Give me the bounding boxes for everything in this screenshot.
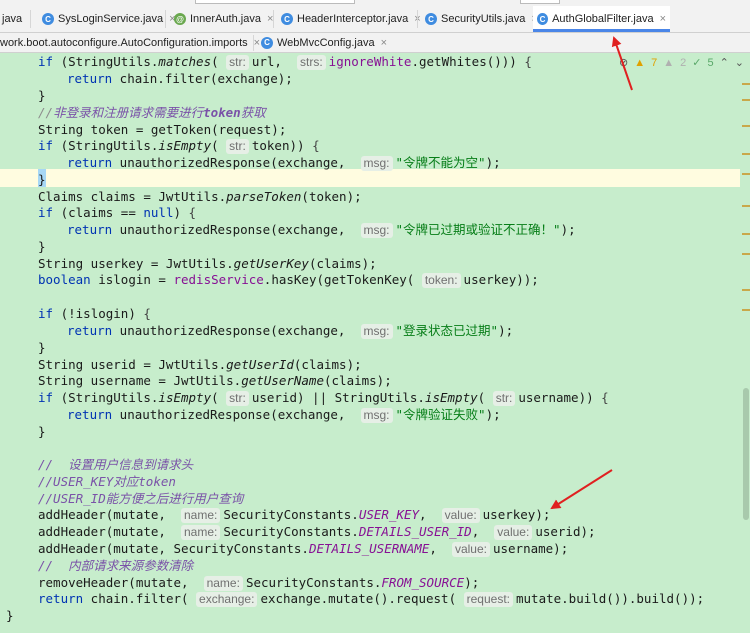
ok-count: 5 [707, 56, 714, 69]
param-hint: msg: [360, 408, 393, 423]
code-line: if (StringUtils.matches( str: url, strs: i… [38, 54, 532, 70]
param-hint: str: [226, 139, 249, 154]
tab-sysloginservice[interactable]: C SysLoginService.java × [38, 6, 180, 32]
code-line-user-key: addHeader(mutate, name: SecurityConstants… [38, 507, 551, 523]
param-hint: name: [181, 508, 221, 523]
code-line: if (claims == null) { [38, 205, 197, 220]
close-icon[interactable]: × [660, 13, 666, 25]
reader-mode-icon[interactable]: ⊘ [619, 56, 628, 69]
close-icon[interactable]: × [381, 37, 387, 49]
code-line: addHeader(mutate, name: SecurityConstants… [38, 524, 596, 540]
code-line: return unauthorizedResponse(exchange, ms… [67, 323, 514, 339]
class-icon: C [281, 13, 293, 25]
scrollbar-thumb[interactable] [743, 388, 749, 520]
code-line: String userid = JwtUtils.getUserId(claim… [38, 357, 362, 372]
tab-authglobalfilter[interactable]: C AuthGlobalFilter.java × [533, 6, 670, 32]
tab-label: WebMvcConfig.java [277, 36, 375, 49]
check-icon: ✓ [692, 57, 702, 69]
code-line: } [38, 424, 46, 439]
param-hint: token: [421, 273, 461, 288]
code-line: String token = getToken(request); [38, 122, 287, 137]
tab-label: HeaderInterceptor.java [297, 13, 409, 25]
right-gutter[interactable] [740, 53, 750, 633]
tab-label: SecurityUtils.java [441, 13, 526, 25]
code-editor[interactable]: if (StringUtils.matches( str: url, strs: i… [0, 53, 750, 633]
code-line: boolean islogin = redisService.hasKey(ge… [38, 272, 539, 288]
code-line: Claims claims = JwtUtils.parseToken(toke… [38, 189, 362, 204]
class-icon: C [537, 13, 549, 25]
code-line: addHeader(mutate, SecurityConstants.DETA… [38, 541, 569, 557]
param-hint: msg: [360, 223, 393, 238]
tab-securityutils[interactable]: C SecurityUtils.java × [421, 6, 542, 32]
class-icon: C [261, 36, 273, 49]
param-hint: msg: [360, 156, 393, 171]
param-hint: value: [441, 508, 480, 523]
code-line: return unauthorizedResponse(exchange, ms… [67, 407, 501, 423]
code-comment: //USER_KEY对应token [38, 474, 176, 489]
class-icon: C [42, 13, 54, 25]
code-line: return unauthorizedResponse(exchange, ms… [67, 222, 576, 238]
code-comment: // 内部请求来源参数清除 [38, 558, 194, 573]
code-line: if (!islogin) { [38, 306, 151, 321]
code-line: } [38, 172, 46, 187]
code-comment: // 设置用户信息到请求头 [38, 457, 194, 472]
tab-label: java [2, 13, 23, 25]
tab-headerinterceptor[interactable]: C HeaderInterceptor.java × [277, 6, 425, 32]
tab-label: work.boot.autoconfigure.AutoConfiguratio… [0, 36, 248, 49]
tab-label: SysLoginService.java [58, 13, 164, 25]
warning-icon: ▲ [634, 56, 646, 69]
class-icon: C [425, 13, 437, 25]
tab-label: AuthGlobalFilter.java [552, 13, 654, 25]
code-comment: //非登录和注册请求需要进行token获取 [38, 105, 266, 120]
param-hint: strs: [297, 55, 326, 70]
code-line: return unauthorizedResponse(exchange, ms… [67, 155, 501, 171]
code-line: if (StringUtils.isEmpty( str: userid) || … [38, 390, 609, 406]
param-hint: request: [463, 592, 513, 607]
tab-label: InnerAuth.java [190, 13, 261, 25]
param-hint: name: [203, 576, 243, 591]
param-hint: msg: [360, 324, 393, 339]
code-line: return chain.filter(exchange); [67, 71, 293, 86]
weak-warning-icon: ▲ [663, 56, 675, 69]
inspection-widget[interactable]: ⊘ ▲ 7 ▲ 2 ✓ 5 ⌃ ⌄ [619, 56, 744, 70]
code-line: return chain.filter( exchange: exchange.m… [38, 591, 705, 607]
tab-innerauth[interactable]: @ InnerAuth.java × [170, 6, 277, 32]
tab-truncated[interactable]: java [0, 6, 26, 32]
editor-tab-row-2: work.boot.autoconfigure.AutoConfiguratio… [0, 33, 750, 53]
param-hint: value: [451, 542, 490, 557]
param-hint: exchange: [196, 592, 258, 607]
code-comment: //USER_ID能方便之后进行用户查询 [38, 491, 244, 506]
param-hint: str: [226, 391, 249, 406]
code-line: } [38, 88, 46, 103]
code-line: } [38, 340, 46, 355]
current-line-highlight [0, 169, 740, 187]
param-hint: name: [181, 525, 221, 540]
param-hint: str: [492, 391, 516, 406]
code-line: } [38, 239, 46, 254]
code-line: String username = JwtUtils.getUserName(c… [38, 373, 392, 388]
method-closing-brace: } [6, 608, 14, 623]
tab-autoconfiguration-imports[interactable]: work.boot.autoconfigure.AutoConfiguratio… [0, 33, 264, 52]
code-line: removeHeader(mutate, name: SecurityConsta… [38, 575, 480, 591]
editor-tab-row-1: java C SysLoginService.java × @ InnerAut… [0, 6, 750, 33]
chevron-up-icon[interactable]: ⌃ [720, 56, 729, 69]
tab-webmvcconfig[interactable]: C WebMvcConfig.java × [257, 33, 391, 52]
weak-warning-count: 2 [680, 56, 687, 69]
code-line: if (StringUtils.isEmpty( str: token)) { [38, 138, 320, 154]
annotation-icon: @ [174, 13, 186, 25]
param-hint: value: [494, 525, 533, 540]
param-hint: str: [226, 55, 249, 70]
warning-count: 7 [651, 56, 658, 69]
code-line: String userkey = JwtUtils.getUserKey(cla… [38, 256, 377, 271]
